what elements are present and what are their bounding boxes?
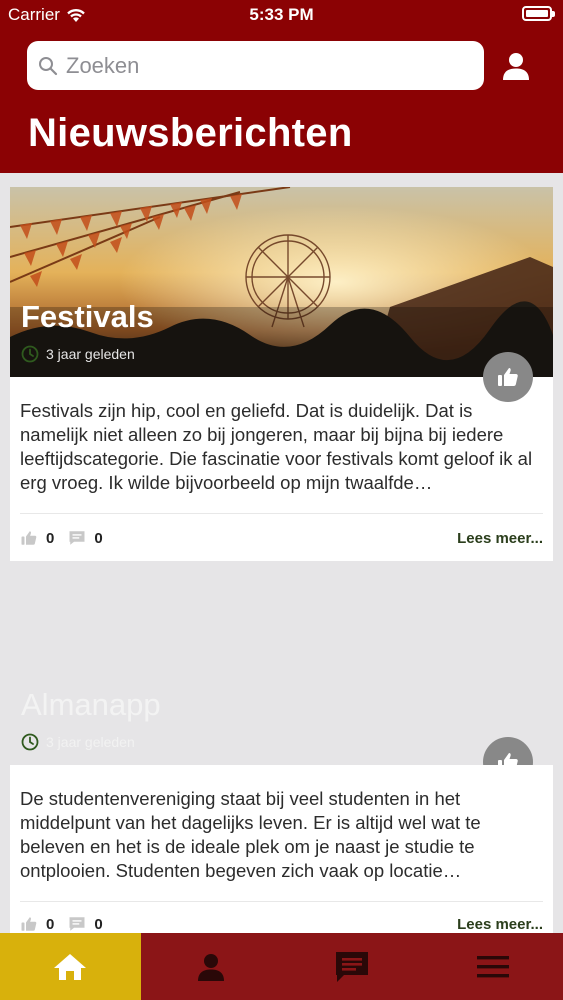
search-input[interactable] [66,52,466,79]
card-timestamp: 3 jaar geleden [21,345,135,363]
comment-icon [68,529,86,547]
card-image: Almanapp 3 jaar geleden [10,575,553,765]
tab-menu[interactable] [422,933,563,1000]
card-title: Almanapp [21,687,161,722]
card-footer: 0 0 Lees meer... [20,523,543,553]
person-icon [196,952,226,982]
thumbs-up-icon [20,529,38,547]
comment-count-label: 0 [94,915,103,933]
comment-count[interactable]: 0 [68,529,103,547]
tab-profile[interactable] [141,933,282,1000]
card-divider [20,513,543,514]
news-card[interactable]: Almanapp 3 jaar geleden De studentenvere… [10,575,553,933]
read-more-link[interactable]: Lees meer... [457,530,543,547]
battery-icon [522,6,555,21]
tab-bar [0,933,563,1000]
card-image: Festivals 3 jaar geleden [10,187,553,377]
thumbs-up-icon [496,365,520,389]
clock-icon [21,345,39,363]
card-excerpt: Festivals zijn hip, cool en geliefd. Dat… [20,400,533,493]
search-bar[interactable] [27,41,484,90]
like-count[interactable]: 0 [20,529,54,547]
like-count[interactable]: 0 [20,915,54,933]
thumbs-up-icon [20,915,38,933]
page-title: Nieuwsberichten [28,111,353,155]
like-count-label: 0 [46,915,55,933]
profile-button[interactable] [498,48,534,84]
status-time: 5:33 PM [249,5,314,24]
search-icon [38,56,58,76]
user-icon [501,51,531,81]
card-time-label: 3 jaar geleden [46,346,135,362]
comment-icon [68,915,86,933]
card-excerpt: De studentenvereniging staat bij veel st… [20,788,481,881]
header: Carrier 5:33 PM Zoeken Nieuwsberichten [0,0,563,173]
card-divider [20,901,543,902]
tab-home[interactable] [0,933,141,1000]
comment-count-label: 0 [94,529,103,547]
clock-icon [21,733,39,751]
tab-messages[interactable] [282,933,423,1000]
chat-icon [334,950,370,984]
news-card[interactable]: Festivals 3 jaar geleden Festivals zijn … [10,187,553,561]
like-button[interactable] [483,352,533,402]
home-icon [53,952,87,982]
card-timestamp: 3 jaar geleden [21,733,135,751]
like-count-label: 0 [46,529,55,547]
status-bar: Carrier 5:33 PM [0,0,563,28]
menu-icon [476,954,510,980]
card-time-label: 3 jaar geleden [46,734,135,750]
comment-count[interactable]: 0 [68,915,103,933]
read-more-link[interactable]: Lees meer... [457,916,543,933]
card-title: Festivals [21,299,154,334]
